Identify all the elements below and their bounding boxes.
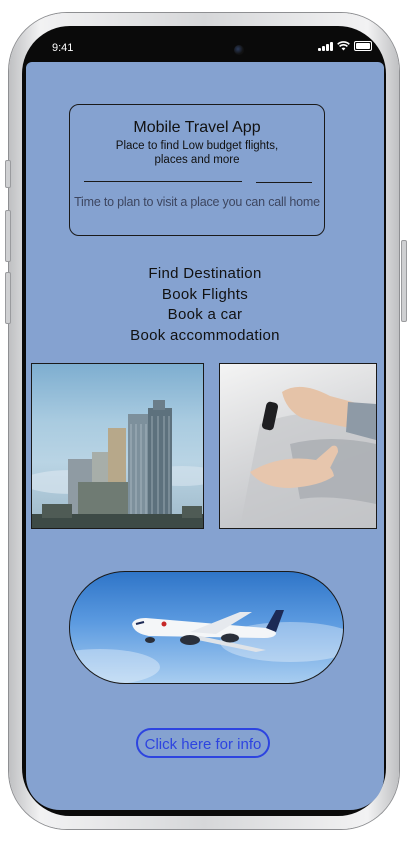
header-card: Mobile Travel App Place to find Low budg… bbox=[69, 104, 325, 236]
menu-item-find-destination[interactable]: Find Destination bbox=[26, 264, 384, 285]
info-button[interactable]: Click here for info bbox=[136, 728, 270, 758]
mute-switch bbox=[5, 160, 11, 188]
airplane-in-sky-photo bbox=[69, 571, 344, 684]
volume-up-button bbox=[5, 210, 11, 262]
app-subtitle: Place to find Low budget flights, places… bbox=[90, 139, 304, 167]
main-menu: Find Destination Book Flights Book a car… bbox=[26, 264, 384, 346]
app-title: Mobile Travel App bbox=[133, 119, 261, 136]
status-icons bbox=[318, 41, 372, 51]
divider-line-short bbox=[256, 182, 312, 183]
app-screen: Mobile Travel App Place to find Low budg… bbox=[26, 62, 384, 810]
menu-item-book-car[interactable]: Book a car bbox=[26, 305, 384, 326]
city-skyline-illustration bbox=[32, 400, 203, 528]
battery-icon bbox=[353, 41, 372, 51]
car-key-handover-photo bbox=[219, 363, 377, 529]
tagline: Time to plan to visit a place you can ca… bbox=[74, 195, 320, 209]
car-keys-illustration bbox=[240, 386, 376, 528]
divider-line bbox=[84, 181, 242, 182]
status-time: 9:41 bbox=[52, 42, 74, 54]
app-subtitle-line-1: Place to find Low budget flights, bbox=[115, 140, 279, 152]
wifi-icon bbox=[336, 41, 350, 51]
volume-down-button bbox=[5, 272, 11, 324]
airplane-illustration bbox=[70, 610, 343, 683]
menu-item-book-accommodation[interactable]: Book accommodation bbox=[26, 326, 384, 347]
cellular-signal-icon bbox=[318, 42, 333, 51]
menu-item-book-flights[interactable]: Book Flights bbox=[26, 285, 384, 306]
power-button bbox=[401, 240, 407, 322]
city-skyline-photo bbox=[31, 363, 204, 529]
app-subtitle-line-2: places and more bbox=[154, 154, 240, 166]
front-camera-icon bbox=[234, 45, 244, 55]
